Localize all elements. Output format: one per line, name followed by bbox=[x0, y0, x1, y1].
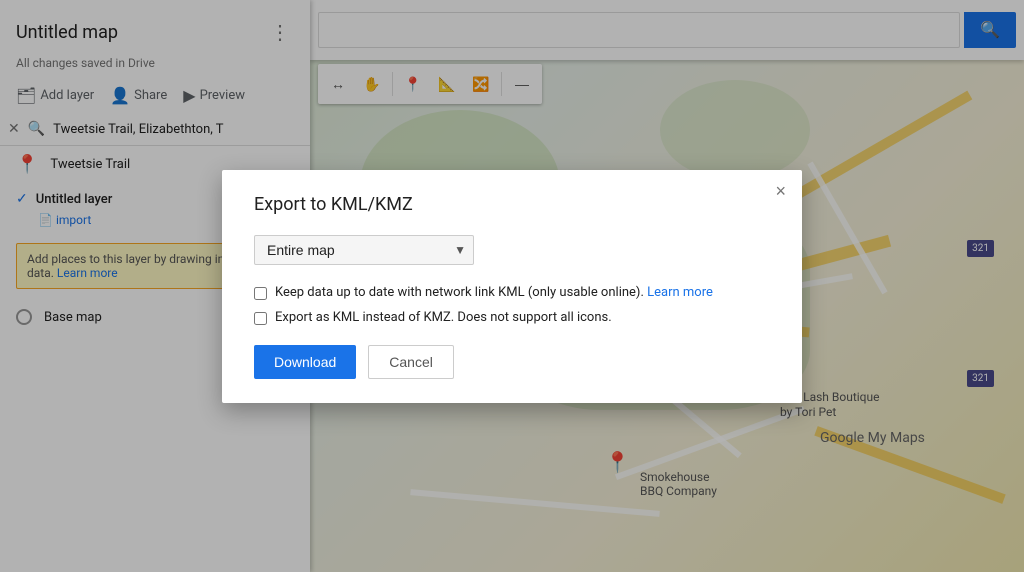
checkbox-row-kml: Export as KML instead of KMZ. Does not s… bbox=[254, 310, 770, 325]
network-link-checkbox[interactable] bbox=[254, 287, 267, 300]
select-wrapper: Entire map Current layer ▼ bbox=[254, 235, 474, 265]
download-button[interactable]: Download bbox=[254, 345, 356, 379]
dialog-title: Export to KML/KMZ bbox=[254, 194, 770, 215]
checkbox-row-network: Keep data up to date with network link K… bbox=[254, 285, 770, 300]
cancel-button[interactable]: Cancel bbox=[368, 345, 454, 379]
kml-export-checkbox[interactable] bbox=[254, 312, 267, 325]
modal-overlay: × Export to KML/KMZ Entire map Current l… bbox=[0, 0, 1024, 572]
dialog-close-button[interactable]: × bbox=[775, 182, 786, 200]
kml-export-label: Export as KML instead of KMZ. Does not s… bbox=[275, 310, 612, 325]
learn-more-link[interactable]: Learn more bbox=[647, 285, 713, 300]
map-background: 321 321 Tweetsie Trail Tweetsie Trail Th… bbox=[0, 0, 1024, 572]
network-link-label: Keep data up to date with network link K… bbox=[275, 285, 713, 300]
export-dialog: × Export to KML/KMZ Entire map Current l… bbox=[222, 170, 802, 403]
dialog-buttons: Download Cancel bbox=[254, 345, 770, 379]
export-scope-select[interactable]: Entire map Current layer bbox=[254, 235, 474, 265]
